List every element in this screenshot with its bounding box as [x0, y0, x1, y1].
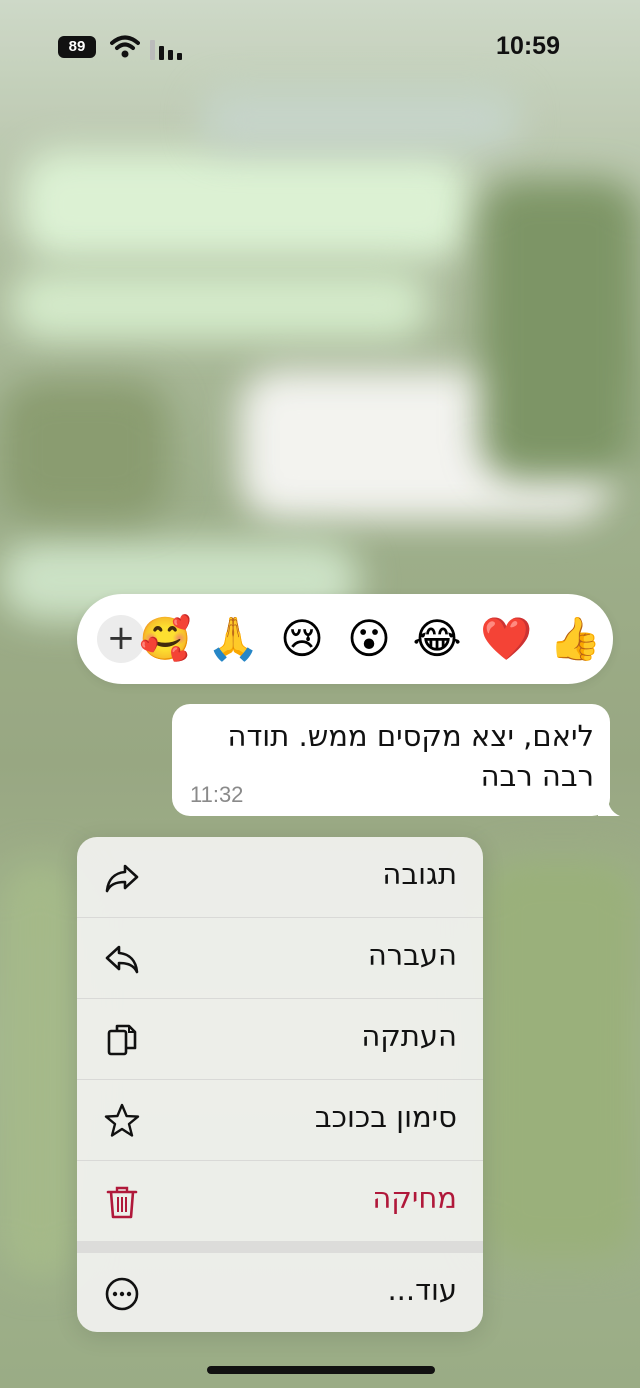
- context-menu: תגובה העברה העתקה סימון בכוכב מחיקה עוד.…: [77, 837, 483, 1332]
- menu-item-label: סימון בכוכב: [314, 1100, 457, 1134]
- reaction-heart[interactable]: ❤️: [480, 613, 532, 665]
- menu-item-label: עוד...: [387, 1273, 457, 1307]
- menu-item-label: העברה: [367, 938, 457, 972]
- wifi-icon: [110, 35, 140, 58]
- message-text: ליאם, יצא מקסים ממש. תודה רבה רבה: [227, 719, 594, 793]
- menu-item-label: העתקה: [361, 1019, 457, 1053]
- cellular-signal-icon: [150, 40, 182, 60]
- menu-item-copy[interactable]: העתקה: [77, 999, 483, 1080]
- reaction-laughing[interactable]: 😂: [411, 613, 463, 665]
- menu-separator: [77, 1241, 483, 1253]
- menu-item-star[interactable]: סימון בכוכב: [77, 1080, 483, 1161]
- status-bar: 89 10:59: [0, 0, 640, 96]
- menu-item-reply[interactable]: תגובה: [77, 837, 483, 918]
- menu-item-forward[interactable]: העברה: [77, 918, 483, 999]
- menu-item-label: מחיקה: [372, 1181, 457, 1215]
- menu-item-delete[interactable]: מחיקה: [77, 1161, 483, 1241]
- more-reactions-button[interactable]: +: [97, 615, 145, 663]
- copy-icon: [107, 1024, 137, 1056]
- home-indicator[interactable]: [207, 1366, 435, 1374]
- reaction-thumbs-up[interactable]: 👍: [549, 613, 601, 665]
- reaction-smiling-hearts[interactable]: 🥰: [139, 613, 191, 665]
- reaction-surprised[interactable]: 😮: [343, 613, 395, 665]
- trash-icon: [106, 1186, 138, 1219]
- message-bubble[interactable]: ליאם, יצא מקסים ממש. תודה רבה רבה 11:32: [172, 704, 610, 816]
- more-icon: [105, 1277, 139, 1311]
- status-time: 10:59: [496, 32, 560, 60]
- reaction-pray[interactable]: 🙏: [207, 613, 259, 665]
- reply-icon: [105, 864, 139, 893]
- forward-icon: [105, 945, 139, 974]
- menu-item-label: תגובה: [382, 857, 457, 891]
- bubble-tail: [598, 792, 620, 816]
- reaction-sad[interactable]: 😢: [276, 613, 328, 665]
- reaction-bar: + 🥰 🙏 😢 😮 😂 ❤️ 👍: [77, 594, 613, 684]
- menu-item-more[interactable]: עוד...: [77, 1253, 483, 1332]
- battery-icon: 89: [58, 36, 96, 58]
- message-time: 11:32: [190, 782, 244, 807]
- star-icon: [104, 1103, 140, 1137]
